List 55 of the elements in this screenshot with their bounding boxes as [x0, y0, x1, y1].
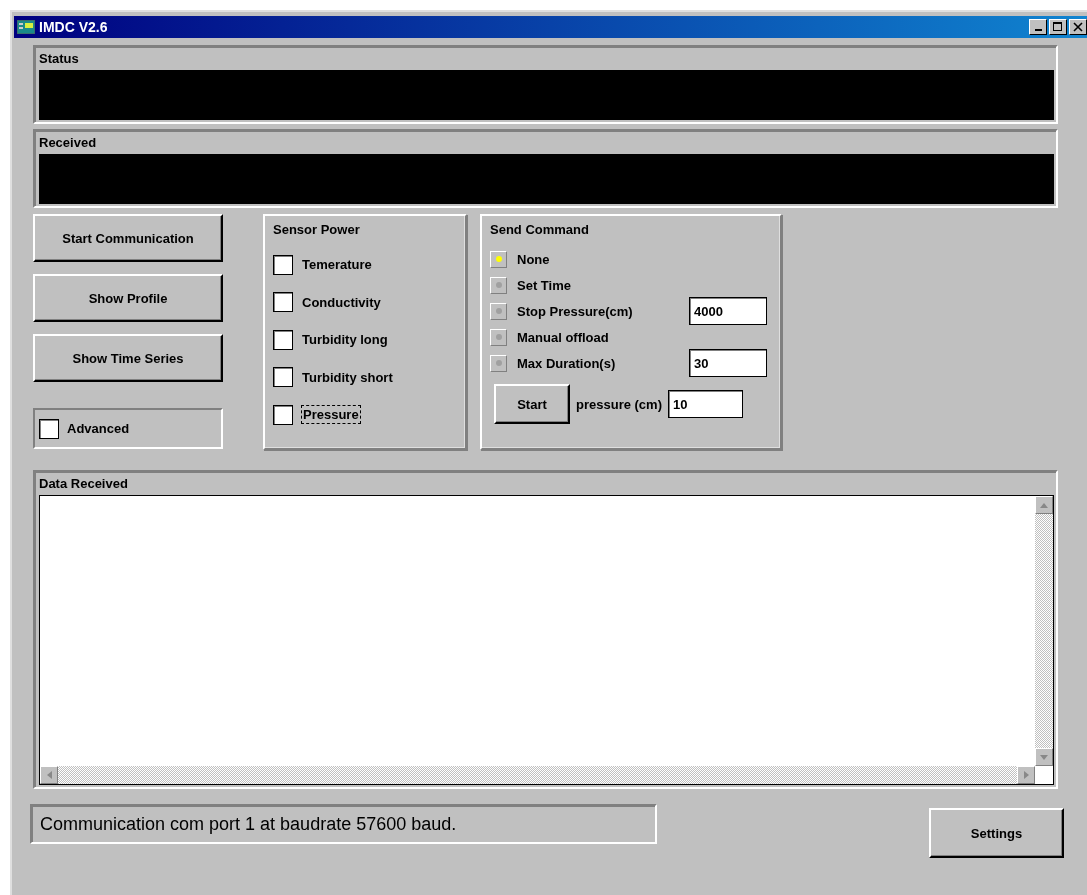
maximize-button[interactable]: [1049, 19, 1067, 35]
scroll-right-button[interactable]: [1017, 766, 1035, 784]
command-button[interactable]: Start Communication: [33, 214, 223, 262]
field-label: pressure (cm): [576, 396, 662, 412]
option-button[interactable]: [490, 328, 507, 346]
checkbox-label: Conductivity: [302, 294, 381, 310]
settings-button[interactable]: Settings: [929, 808, 1064, 858]
checkbox[interactable]: [273, 404, 293, 425]
minimize-icon: [1034, 29, 1042, 31]
pressure-field[interactable]: 10: [668, 390, 743, 418]
checkbox-label: Temerature: [302, 257, 372, 273]
left-arrow-icon: [46, 771, 52, 779]
value-field[interactable]: 30: [689, 349, 767, 377]
up-arrow-icon: [1040, 502, 1048, 508]
down-arrow-icon: [1040, 754, 1048, 760]
option-label: Max Duration(s): [517, 355, 617, 371]
horizontal-scrollbar[interactable]: [40, 766, 1035, 784]
window-title: IMDC V2.6: [39, 19, 108, 35]
vertical-scrollbar[interactable]: [1035, 496, 1053, 766]
right-arrow-icon: [1023, 771, 1029, 779]
checkbox-label: Advanced: [67, 421, 130, 436]
option-label: Manual offload: [517, 329, 610, 345]
checkbox[interactable]: [273, 329, 293, 350]
checkbox[interactable]: [273, 254, 293, 275]
checkbox[interactable]: [273, 292, 293, 313]
option-button[interactable]: [490, 276, 507, 294]
scroll-down-button[interactable]: [1035, 748, 1053, 766]
close-button[interactable]: [1069, 19, 1087, 35]
option-button[interactable]: [490, 302, 507, 320]
status-message: Communication com port 1 at baudrate 57600 baud.: [30, 804, 657, 844]
group-title: Sensor Power: [273, 222, 360, 237]
option-label: Stop Pressure(cm): [517, 303, 634, 319]
option-label: None: [517, 251, 551, 267]
minimize-button[interactable]: [1029, 19, 1047, 35]
option-label: Set Time: [517, 277, 572, 293]
panel-label: Received: [39, 135, 97, 150]
group-title: Send Command: [490, 222, 589, 237]
checkbox-label: Pressure: [302, 406, 360, 424]
checkbox[interactable]: [39, 418, 59, 439]
command-button[interactable]: Show Profile: [33, 274, 223, 322]
maximize-icon: [1053, 22, 1063, 32]
command-button[interactable]: Show Time Series: [33, 334, 223, 382]
app-icon: [17, 20, 35, 34]
option-button[interactable]: [490, 354, 507, 372]
panel-label: Status: [39, 51, 79, 66]
value-field[interactable]: 4000: [689, 297, 767, 325]
scroll-up-button[interactable]: [1035, 496, 1053, 514]
panel-label: Data Received: [39, 476, 128, 491]
checkbox[interactable]: [273, 367, 293, 388]
start-button[interactable]: Start: [494, 384, 570, 424]
option-button[interactable]: [490, 250, 507, 268]
close-icon: [1073, 22, 1083, 32]
checkbox-label: Turbidity long: [302, 332, 388, 348]
checkbox-label: Turbidity short: [302, 369, 393, 385]
scroll-left-button[interactable]: [40, 766, 58, 784]
